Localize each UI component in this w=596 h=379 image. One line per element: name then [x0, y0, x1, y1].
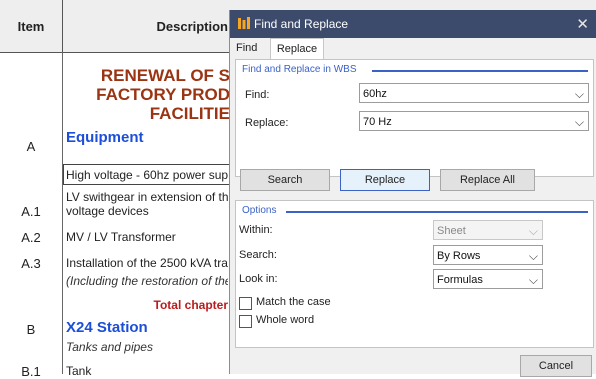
- search-button[interactable]: Search: [240, 169, 330, 191]
- search-mode-combobox[interactable]: By Rows ⌵: [433, 245, 543, 265]
- whole-word-checkbox[interactable]: [239, 315, 252, 328]
- column-header-description[interactable]: Description: [63, 0, 228, 52]
- find-value: 60hz: [363, 88, 387, 100]
- look-in-value: Formulas: [437, 274, 483, 286]
- total-chapter-label[interactable]: Total chapter: [66, 298, 228, 312]
- item-cell[interactable]: A.2: [0, 230, 62, 245]
- legend-rule: [286, 211, 588, 213]
- match-case-label[interactable]: Match the case: [256, 296, 331, 308]
- chevron-down-icon[interactable]: ⌵: [529, 270, 538, 290]
- description-cell[interactable]: MV / LV Transformer: [66, 230, 228, 244]
- section-heading-equipment[interactable]: Equipment: [66, 129, 228, 147]
- look-in-label: Look in:: [239, 273, 278, 285]
- column-divider: [62, 52, 63, 374]
- tab-strip: Find Replace: [230, 38, 596, 59]
- match-case-checkbox[interactable]: [239, 297, 252, 310]
- wbs-group-legend: Find and Replace in WBS: [240, 64, 359, 75]
- replace-combobox[interactable]: 70 Hz ⌵: [359, 111, 589, 131]
- search-mode-value: By Rows: [437, 250, 481, 262]
- section-heading-x24-station[interactable]: X24 Station: [66, 319, 228, 337]
- item-cell[interactable]: B.1: [0, 364, 62, 379]
- item-cell[interactable]: A.3: [0, 256, 62, 271]
- wbs-group: Find and Replace in WBS Find: 60hz ⌵ Rep…: [235, 59, 594, 177]
- app-logo-icon: [238, 17, 250, 29]
- document-title-line-1: RENEWAL OF S: [100, 66, 230, 85]
- replace-all-button[interactable]: Replace All: [440, 169, 535, 191]
- find-replace-dialog: Find and Replace ✕ Find Replace Find and…: [229, 10, 596, 377]
- legend-rule: [372, 70, 588, 72]
- description-cell[interactable]: Installation of the 2500 kVA tra: [66, 256, 228, 270]
- options-group-legend: Options: [240, 205, 279, 216]
- dialog-title: Find and Replace: [254, 17, 349, 31]
- description-cell[interactable]: Tanks and pipes: [66, 340, 228, 354]
- chevron-down-icon[interactable]: ⌵: [575, 84, 584, 104]
- find-combobox[interactable]: 60hz ⌵: [359, 83, 589, 103]
- find-label: Find:: [245, 89, 270, 101]
- close-icon[interactable]: ✕: [576, 15, 589, 33]
- chevron-down-icon[interactable]: ⌵: [529, 221, 538, 241]
- item-cell[interactable]: A: [0, 139, 62, 154]
- replace-value: 70 Hz: [363, 116, 392, 128]
- chevron-down-icon[interactable]: ⌵: [529, 246, 538, 266]
- description-cell[interactable]: voltage devices: [66, 204, 228, 218]
- tab-find[interactable]: Find: [236, 38, 257, 58]
- document-title-line-2: FACTORY PROD: [96, 85, 230, 104]
- item-cell[interactable]: A.1: [0, 204, 62, 219]
- description-cell[interactable]: LV swithgear in extension of th: [66, 190, 228, 204]
- within-value: Sheet: [437, 225, 466, 237]
- search-mode-label: Search:: [239, 249, 277, 261]
- column-header-item[interactable]: Item: [0, 0, 63, 52]
- item-cell[interactable]: B: [0, 322, 62, 337]
- description-cell[interactable]: High voltage - 60hz power sup: [66, 168, 228, 182]
- document-title-line-3: FACILITIE: [149, 104, 230, 123]
- description-cell[interactable]: (Including the restoration of the: [66, 274, 228, 288]
- replace-label: Replace:: [245, 117, 289, 129]
- dialog-titlebar[interactable]: Find and Replace ✕: [230, 10, 596, 38]
- within-combobox[interactable]: Sheet ⌵: [433, 220, 543, 240]
- description-cell[interactable]: Tank: [66, 364, 228, 378]
- options-group: Options Within: Sheet ⌵ Search: By Rows …: [235, 200, 594, 348]
- replace-button[interactable]: Replace: [340, 169, 430, 191]
- chevron-down-icon[interactable]: ⌵: [575, 112, 584, 132]
- whole-word-label[interactable]: Whole word: [256, 314, 314, 326]
- look-in-combobox[interactable]: Formulas ⌵: [433, 269, 543, 289]
- tab-replace[interactable]: Replace: [270, 38, 324, 59]
- within-label: Within:: [239, 224, 273, 236]
